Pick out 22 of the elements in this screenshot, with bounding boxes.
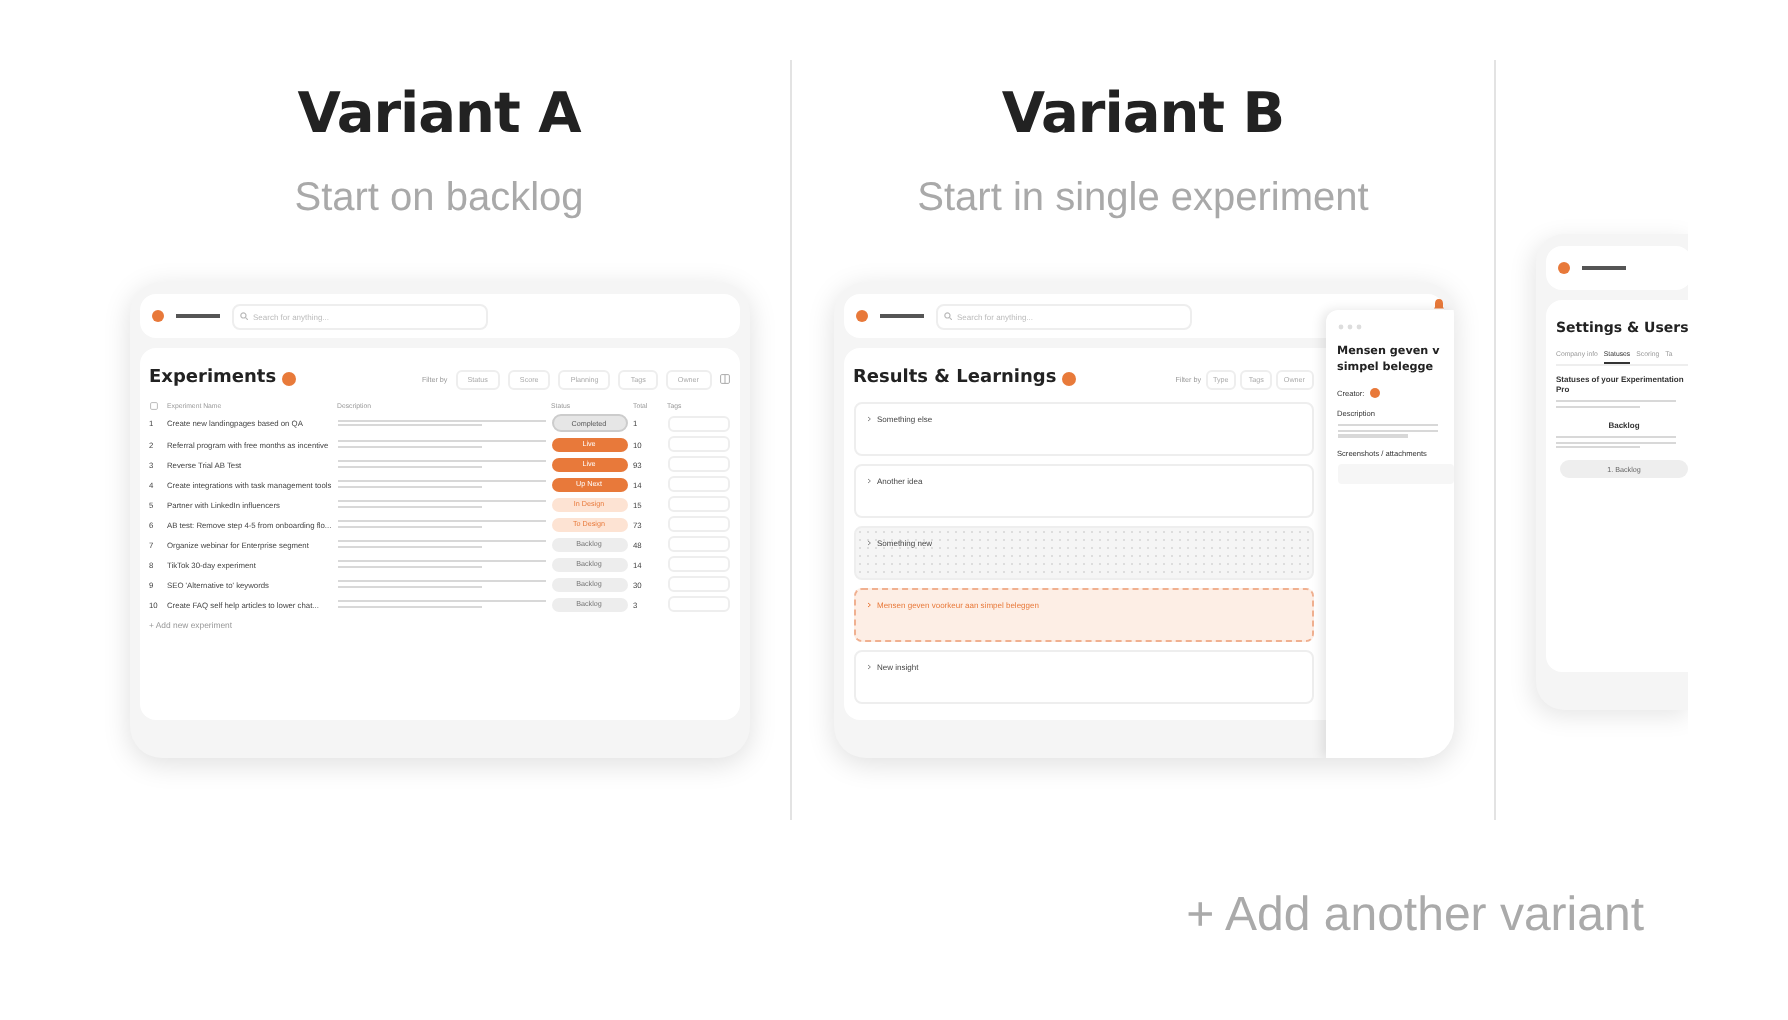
variant-subtitle: Start on backlog	[292, 174, 586, 224]
search-icon	[943, 312, 951, 320]
variant-subtitle: Start in single experiment	[915, 174, 1371, 224]
page-title: Results & Learnings	[853, 368, 1057, 390]
bell-icon	[1433, 298, 1443, 310]
blurred-text	[1337, 424, 1437, 438]
variant-title: Variant A	[295, 80, 583, 148]
add-variant-link[interactable]: + Add another variant	[0, 886, 1788, 946]
badge-icon	[1062, 372, 1077, 386]
badge-icon	[282, 372, 297, 386]
blurred-text	[1556, 435, 1676, 449]
variant-title: Variant B	[999, 80, 1287, 148]
logo-icon	[855, 310, 867, 322]
avatar-icon	[1370, 388, 1381, 398]
page-title: Experiments	[149, 368, 277, 390]
checkbox-icon	[149, 402, 157, 410]
window-dots-icon	[1337, 324, 1361, 330]
search-icon	[239, 312, 247, 320]
columns-icon	[719, 374, 729, 384]
blurred-text	[1556, 400, 1676, 408]
logo-icon	[1558, 262, 1570, 274]
logo-icon	[151, 310, 163, 322]
